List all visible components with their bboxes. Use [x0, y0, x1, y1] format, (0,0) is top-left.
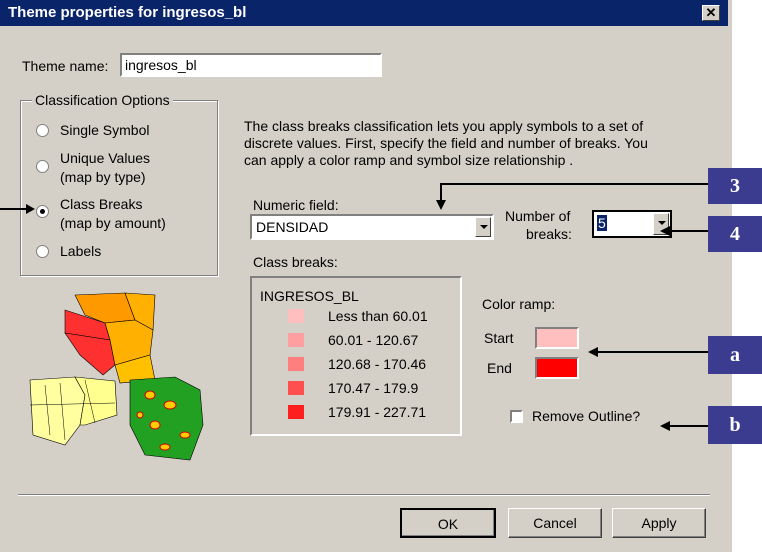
- ok-button[interactable]: OK: [400, 508, 496, 538]
- arrow-line-a: [596, 351, 710, 353]
- theme-name-value: ingresos_bl: [125, 57, 197, 73]
- option-unique-values-label: Unique Values: [60, 150, 151, 166]
- class-breaks-list: INGRESOS_BL Less than 60.01 60.01 - 120.…: [250, 276, 462, 436]
- color-ramp-start-label: Start: [484, 330, 514, 346]
- class-break-label: 60.01 - 120.67: [328, 332, 419, 348]
- callout-4: 4: [708, 216, 762, 252]
- description-line-1: The class breaks classification lets you…: [244, 118, 644, 134]
- callout-a: a: [708, 336, 762, 374]
- option-single-symbol-label: Single Symbol: [60, 122, 150, 138]
- option-unique-values-sublabel: (map by type): [60, 169, 146, 185]
- class-break-label: 120.68 - 170.46: [328, 356, 427, 372]
- close-button[interactable]: ✕: [702, 5, 720, 21]
- arrow-head-icon: [660, 226, 670, 236]
- class-break-swatch: [288, 405, 304, 419]
- color-ramp-label: Color ramp:: [482, 296, 556, 312]
- option-class-breaks-sublabel: (map by amount): [60, 215, 166, 231]
- apply-button[interactable]: Apply: [612, 508, 706, 538]
- numeric-field-select[interactable]: DENSIDAD: [250, 214, 494, 240]
- color-ramp-start-swatch[interactable]: [535, 327, 579, 349]
- class-break-label: Less than 60.01: [328, 308, 428, 324]
- map-thumbnail-dots: [129, 376, 204, 461]
- arrow-head-icon: [588, 347, 598, 357]
- arrow-line-b: [668, 425, 710, 427]
- arrow-head-icon: [26, 204, 35, 214]
- option-class-breaks-label: Class Breaks: [60, 196, 143, 212]
- number-of-breaks-value: 5: [597, 215, 607, 231]
- class-break-swatch: [288, 381, 304, 395]
- chevron-down-icon[interactable]: [475, 217, 491, 237]
- map-thumbnails-illustration: [29, 292, 204, 461]
- divider: [18, 494, 710, 496]
- arrow-head-icon: [436, 200, 446, 210]
- description-line-2: discrete values. First, specify the fiel…: [244, 135, 648, 151]
- theme-name-input[interactable]: ingresos_bl: [120, 53, 382, 77]
- title-bar: Theme properties for ingresos_bl ✕: [0, 0, 728, 26]
- description-line-3: can apply a color ramp and symbol size r…: [244, 152, 574, 168]
- callout-3: 3: [708, 168, 762, 204]
- remove-outline-checkbox[interactable]: [510, 410, 523, 423]
- arrow-head-icon: [660, 421, 670, 431]
- theme-properties-dialog: Theme properties for ingresos_bl ✕ Theme…: [0, 0, 732, 552]
- radio-unique-values[interactable]: [36, 160, 49, 173]
- theme-name-label: Theme name:: [22, 58, 109, 74]
- map-thumbnail-unique-values: [29, 376, 118, 446]
- classification-options-label: Classification Options: [32, 92, 173, 108]
- class-break-swatch: [288, 357, 304, 371]
- option-labels-label: Labels: [60, 243, 102, 259]
- arrow-line-4: [668, 230, 710, 232]
- number-of-breaks-label-2: breaks:: [526, 226, 572, 242]
- arrow-line-3: [440, 183, 710, 185]
- color-ramp-end-label: End: [487, 360, 512, 376]
- color-ramp-end-swatch[interactable]: [535, 357, 579, 379]
- map-thumbnail-class-breaks: [64, 292, 156, 384]
- class-break-label: 170.47 - 179.9: [328, 380, 419, 396]
- radio-class-breaks[interactable]: [36, 205, 49, 218]
- class-break-swatch: [288, 309, 304, 323]
- class-break-swatch: [288, 333, 304, 347]
- numeric-field-label: Numeric field:: [253, 197, 339, 213]
- class-break-label: 179.91 - 227.71: [328, 404, 427, 420]
- numeric-field-value: DENSIDAD: [256, 219, 329, 235]
- remove-outline-label: Remove Outline?: [532, 408, 641, 424]
- radio-single-symbol[interactable]: [36, 124, 49, 137]
- class-breaks-layer-name: INGRESOS_BL: [260, 288, 359, 304]
- radio-labels[interactable]: [36, 245, 49, 258]
- cancel-button[interactable]: Cancel: [508, 508, 602, 538]
- window-title: Theme properties for ingresos_bl: [8, 4, 247, 21]
- class-breaks-label: Class breaks:: [253, 254, 338, 270]
- arrow-line-radio: [0, 208, 28, 210]
- number-of-breaks-label: Number of: [505, 208, 571, 224]
- callout-b: b: [708, 406, 762, 444]
